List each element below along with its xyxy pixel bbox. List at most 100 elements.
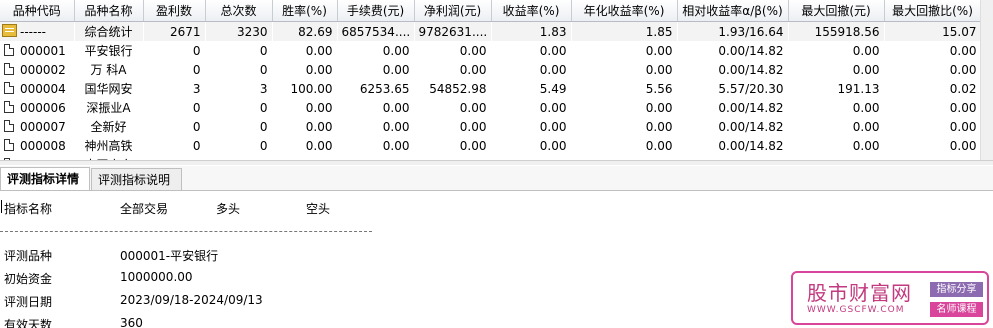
cell-total: 0 bbox=[259, 119, 268, 134]
cell-name: 国华网安 bbox=[84, 82, 133, 96]
document-icon bbox=[4, 101, 14, 113]
column-header[interactable]: 相对收益率α/β(%) bbox=[677, 0, 789, 22]
cell-code-text: 000004 bbox=[20, 81, 66, 96]
table-row[interactable]: 000008 神州高铁 0 0 0.00 0.00 0.00 0.00 0.00 0.00/14.… bbox=[0, 136, 981, 155]
cell-name: 全新好 bbox=[90, 120, 127, 134]
column-header[interactable]: 年化收益率(%) bbox=[571, 0, 678, 22]
cell-code-text: 000002 bbox=[20, 62, 66, 77]
cell-total: 0 bbox=[259, 43, 268, 58]
cell-rate: 0.00 bbox=[305, 138, 333, 153]
column-header[interactable]: 净利润(元) bbox=[414, 0, 492, 22]
column-header[interactable]: 最大回撤(元) bbox=[788, 0, 885, 22]
column-header[interactable]: 胜率(%) bbox=[272, 0, 338, 22]
document-icon bbox=[4, 63, 14, 75]
cell-ret: 1.83 bbox=[491, 21, 571, 41]
cell-dd: 0.00 bbox=[852, 119, 880, 134]
cell-win: 0 bbox=[192, 138, 201, 153]
cell-dd: 0.00 bbox=[852, 138, 880, 153]
document-icon bbox=[4, 44, 14, 56]
column-header[interactable]: 盈利数 bbox=[143, 0, 206, 22]
cell-annual: 0.00 bbox=[645, 62, 673, 77]
table-row[interactable]: 000006 深振业A 0 0 0.00 0.00 0.00 0.00 0.00 0.00/14.… bbox=[0, 98, 981, 117]
document-icon bbox=[4, 82, 14, 94]
table-row[interactable]: ------ 综合统计 2671 3230 82.69 6857534.... 978263… bbox=[0, 21, 981, 41]
table-row[interactable]: 000001 平安银行 0 0 0.00 0.00 0.00 0.00 0.00 0.00/14.… bbox=[0, 41, 981, 60]
cell-annual: 0.00 bbox=[645, 43, 673, 58]
separator-line bbox=[0, 231, 372, 232]
table-row[interactable]: 000002 万 科A 0 0 0.00 0.00 0.00 0.00 0.00 0.00/14.… bbox=[0, 60, 981, 79]
result-grid: 品种代码 品种名称 盈利数 总次数 胜率(%) 手续费(元) 净利润(元) 收益率(%) 年化收… bbox=[0, 0, 993, 160]
tab-indicator-explain[interactable]: 评测指标说明 bbox=[91, 168, 182, 190]
item-value: 000001-平安银行 bbox=[120, 249, 219, 263]
watermark-url: WWW.GSCFW.COM bbox=[807, 305, 905, 315]
cell-rel: 0.00/14.82 bbox=[718, 100, 784, 115]
cell-fee: 0.00 bbox=[382, 100, 410, 115]
cell-rate: 0.00 bbox=[305, 100, 333, 115]
cell-ddr: 0.00 bbox=[949, 119, 977, 134]
column-header[interactable]: 总次数 bbox=[205, 0, 273, 22]
vertical-scrollbar[interactable] bbox=[980, 0, 993, 160]
watermark-badge-course: 名师课程 bbox=[930, 302, 983, 317]
cell-code-text: 000008 bbox=[20, 138, 66, 153]
result-table: 品种代码 品种名称 盈利数 总次数 胜率(%) 手续费(元) 净利润(元) 收益率(%) 年化收… bbox=[0, 0, 982, 160]
cell-ddr: 0.02 bbox=[949, 81, 977, 96]
cell-ret: 0.00 bbox=[539, 119, 567, 134]
cell-rate: 0.00 bbox=[305, 119, 333, 134]
item-label: 有效天数 bbox=[4, 318, 53, 328]
cell-code-text: 000001 bbox=[20, 43, 66, 58]
cell-win: 2671 bbox=[143, 21, 205, 41]
tab-label: 评测指标说明 bbox=[98, 173, 171, 187]
document-icon bbox=[4, 120, 14, 132]
cell-win: 0 bbox=[192, 100, 201, 115]
cell-name: 万 科A bbox=[90, 63, 127, 77]
cell-ret: 0.00 bbox=[539, 100, 567, 115]
cell-total: 3 bbox=[259, 81, 268, 96]
cell-code: 000008 bbox=[0, 136, 74, 155]
column-header[interactable]: 收益率(%) bbox=[491, 0, 572, 22]
cell-total: 0 bbox=[259, 138, 268, 153]
cell-rel: 0.00/14.82 bbox=[718, 62, 784, 77]
column-header[interactable]: 手续费(元) bbox=[337, 0, 415, 22]
table-header-row: 品种代码 品种名称 盈利数 总次数 胜率(%) 手续费(元) 净利润(元) 收益率(%) 年化收… bbox=[0, 0, 982, 22]
cell-code-text: 000006 bbox=[20, 100, 66, 115]
cell-dd: 0.00 bbox=[852, 62, 880, 77]
column-header[interactable]: 品种代码 bbox=[0, 0, 75, 22]
cell-name: 深振业A bbox=[86, 101, 131, 115]
cell-total: 0 bbox=[259, 100, 268, 115]
cell-ddr: 0.00 bbox=[949, 62, 977, 77]
tab-indicator-detail[interactable]: 评测指标详情 bbox=[0, 167, 90, 190]
header-all-trades: 全部交易 bbox=[120, 202, 169, 216]
cell-fee: 0.00 bbox=[382, 138, 410, 153]
column-header[interactable]: 品种名称 bbox=[74, 0, 144, 22]
column-header[interactable]: 最大回撤比(%) bbox=[884, 0, 982, 22]
cell-code: 000006 bbox=[0, 98, 74, 117]
table-row[interactable]: 000007 全新好 0 0 0.00 0.00 0.00 0.00 0.00 0.00/14.8… bbox=[0, 117, 981, 136]
cell-annual: 1.85 bbox=[571, 21, 677, 41]
panel-splitter[interactable] bbox=[0, 160, 993, 165]
cell-dd: 191.13 bbox=[837, 81, 880, 96]
cell-code: 000007 bbox=[0, 117, 74, 136]
cell-ret: 0.00 bbox=[539, 138, 567, 153]
cell-code-text: 000007 bbox=[20, 119, 66, 134]
site-watermark: 股市财富网 WWW.GSCFW.COM 指标分享 名师课程 bbox=[791, 271, 989, 325]
cell-profit: 0.00 bbox=[459, 62, 487, 77]
cell-code: 000001 bbox=[0, 41, 74, 60]
cell-fee: 6857534.... bbox=[337, 21, 414, 41]
cell-profit: 54852.98 bbox=[429, 81, 487, 96]
cell-ddr: 0.00 bbox=[949, 138, 977, 153]
cell-win: 0 bbox=[192, 119, 201, 134]
cell-annual: 0.00 bbox=[645, 100, 673, 115]
tab-bar: 评测指标详情 评测指标说明 bbox=[0, 166, 993, 191]
item-label: 评测日期 bbox=[4, 295, 53, 309]
cell-name: 神州高铁 bbox=[84, 139, 133, 153]
folder-icon bbox=[2, 24, 17, 37]
item-value: 1000000.00 bbox=[120, 270, 193, 284]
cell-win: 0 bbox=[192, 43, 201, 58]
cell-fee: 0.00 bbox=[382, 62, 410, 77]
cell-profit: 0.00 bbox=[459, 119, 487, 134]
cell-dd: 0.00 bbox=[852, 100, 880, 115]
item-label: 评测品种 bbox=[4, 249, 53, 263]
table-row[interactable]: 000004 国华网安 3 3 100.00 6253.65 54852.98 5.49 5.5… bbox=[0, 79, 981, 98]
cell-rel: 0.00/14.82 bbox=[718, 138, 784, 153]
watermark-title: 股市财富网 bbox=[807, 281, 912, 305]
